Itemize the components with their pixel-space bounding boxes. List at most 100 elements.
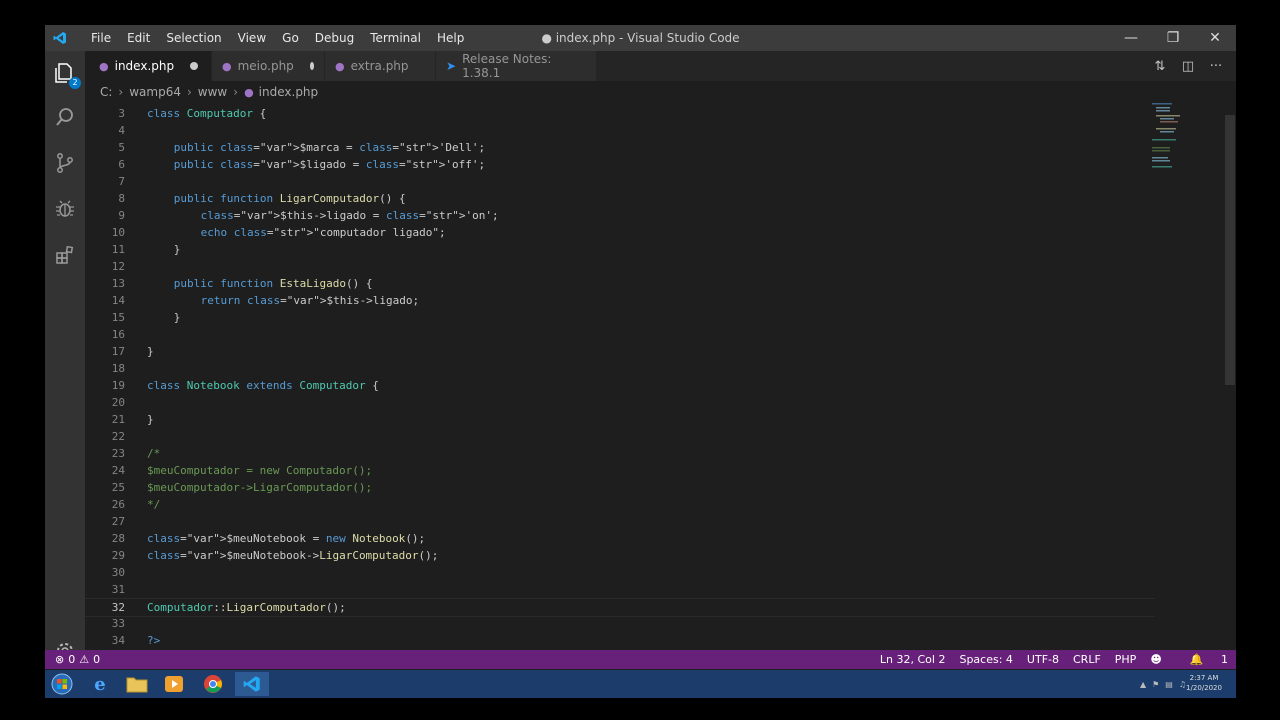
php-file-icon: ● bbox=[335, 59, 345, 73]
restore-button[interactable]: ❐ bbox=[1152, 25, 1194, 51]
code-line[interactable]: 22 bbox=[85, 428, 1155, 445]
cursor-position[interactable]: Ln 32, Col 2 bbox=[880, 650, 946, 669]
code-line[interactable]: 19 class Notebook extends Computador { bbox=[85, 377, 1155, 394]
error-icon: ⊗ bbox=[55, 653, 65, 666]
code-line[interactable]: 11} bbox=[85, 241, 1155, 258]
indentation[interactable]: Spaces: 4 bbox=[959, 650, 1012, 669]
taskbar-vscode[interactable] bbox=[235, 672, 269, 696]
tray-network-icon[interactable]: ▤ bbox=[1165, 680, 1173, 689]
breadcrumb: C: › wamp64 › www › ● index.php bbox=[100, 82, 318, 102]
tray-flag-icon[interactable]: ⚑ bbox=[1152, 680, 1159, 689]
minimize-button[interactable]: — bbox=[1110, 25, 1152, 51]
language-mode[interactable]: PHP bbox=[1115, 650, 1137, 669]
source-control-button[interactable] bbox=[45, 143, 85, 183]
line-number: 16 bbox=[111, 328, 125, 341]
code-line[interactable]: 18 bbox=[85, 360, 1155, 377]
line-code: /* bbox=[147, 447, 161, 460]
line-code: class Notebook extends Computador { bbox=[147, 379, 379, 392]
code-line[interactable]: 30 bbox=[85, 564, 1155, 581]
code-line[interactable]: 23 /* bbox=[85, 445, 1155, 462]
explorer-button[interactable]: 2 bbox=[45, 53, 85, 93]
tab-meio-php[interactable]: ● meio.php bbox=[212, 51, 325, 81]
minimap[interactable] bbox=[1150, 103, 1220, 648]
line-number: 10 bbox=[111, 226, 125, 239]
code-line[interactable]: 26 */ bbox=[85, 496, 1155, 513]
vertical-scrollbar[interactable] bbox=[1225, 115, 1235, 385]
code-line[interactable]: 24 $meuComputador = new Computador(); bbox=[85, 462, 1155, 479]
breadcrumb-folder[interactable]: wamp64 bbox=[129, 85, 181, 99]
code-line[interactable]: 10 echo class="str">"computador ligado"; bbox=[85, 224, 1155, 241]
code-line[interactable]: 28 class="var">$meuNotebook = new Noteboo… bbox=[85, 530, 1155, 547]
taskbar-internet-explorer[interactable]: e bbox=[83, 672, 117, 696]
breadcrumb-drive[interactable]: C: bbox=[100, 85, 112, 99]
chevron-right-icon: › bbox=[118, 85, 124, 99]
folder-icon bbox=[126, 677, 148, 693]
code-line[interactable]: 3 class Computador { bbox=[85, 105, 1155, 122]
line-number: 27 bbox=[111, 515, 125, 528]
line-code: class Computador { bbox=[147, 107, 267, 120]
unsaved-dot-icon[interactable] bbox=[190, 62, 199, 70]
line-number: 11 bbox=[111, 243, 125, 256]
code-line[interactable]: 27 bbox=[85, 513, 1155, 530]
taskbar-media-player[interactable] bbox=[157, 672, 191, 696]
code-line[interactable]: 6 public class="var">$ligado = class="str… bbox=[85, 156, 1155, 173]
code-line[interactable]: 9 class="var">$this->ligado = class="str"… bbox=[85, 207, 1155, 224]
code-line[interactable]: 7 bbox=[85, 173, 1155, 190]
line-code: public class="var">$marca = class="str">… bbox=[173, 141, 486, 154]
breadcrumb-folder[interactable]: www bbox=[198, 85, 227, 99]
code-line[interactable]: 33 bbox=[85, 615, 1155, 632]
code-line[interactable]: 4 bbox=[85, 122, 1155, 139]
tab-release-notes[interactable]: ➤ Release Notes: 1.38.1 bbox=[436, 51, 597, 81]
code-line[interactable]: 8 public function LigarComputador() { bbox=[85, 190, 1155, 207]
code-line[interactable]: 29 class="var">$meuNotebook->LigarComputa… bbox=[85, 547, 1155, 564]
code-line[interactable]: 21} bbox=[85, 411, 1155, 428]
code-line[interactable]: 20 bbox=[85, 394, 1155, 411]
more-actions-icon[interactable]: ··· bbox=[1202, 59, 1230, 74]
unsaved-dot-icon[interactable] bbox=[309, 62, 314, 70]
php-file-icon: ● bbox=[99, 59, 109, 73]
search-icon bbox=[56, 108, 73, 126]
end-of-line[interactable]: CRLF bbox=[1073, 650, 1101, 669]
code-line[interactable]: 5 public class="var">$marca = class="str"… bbox=[85, 139, 1155, 156]
window-title: ● index.php - Visual Studio Code bbox=[541, 31, 740, 45]
line-number: 6 bbox=[118, 158, 125, 171]
code-line[interactable]: 12 bbox=[85, 258, 1155, 275]
code-line[interactable]: 16 bbox=[85, 326, 1155, 343]
compare-icon[interactable]: ⇅ bbox=[1146, 59, 1174, 74]
taskbar-file-explorer[interactable] bbox=[120, 672, 154, 696]
debug-button[interactable] bbox=[45, 189, 85, 229]
tab-label: Release Notes: 1.38.1 bbox=[462, 52, 552, 80]
code-editor[interactable]: 3 class Computador {4 5 public class="var">… bbox=[85, 105, 1185, 650]
line-number: 30 bbox=[111, 566, 125, 579]
line-number: 21 bbox=[111, 413, 125, 426]
status-bar: ⊗ 0 ⚠ 0 Ln 32, Col 2 Spaces: 4 UTF-8 CRL… bbox=[45, 650, 1236, 669]
code-line[interactable]: 31 bbox=[85, 581, 1155, 598]
breadcrumb-file[interactable]: index.php bbox=[259, 85, 318, 99]
internet-explorer-icon: e bbox=[94, 673, 106, 695]
line-number: 28 bbox=[111, 532, 125, 545]
start-button[interactable] bbox=[45, 672, 79, 696]
code-line[interactable]: 25 $meuComputador->LigarComputador(); bbox=[85, 479, 1155, 496]
code-line[interactable]: 14 return class="var">$this->ligado; bbox=[85, 292, 1155, 309]
tab-index-php[interactable]: ● index.php bbox=[85, 51, 212, 81]
notifications-button[interactable]: 🔔 1 bbox=[1176, 650, 1228, 669]
code-line[interactable]: 15} bbox=[85, 309, 1155, 326]
code-line[interactable]: 34 ?> bbox=[85, 632, 1155, 649]
tab-extra-php[interactable]: ● extra.php bbox=[325, 51, 436, 81]
tray-expand-icon[interactable]: ▲ bbox=[1140, 680, 1146, 689]
search-button[interactable] bbox=[45, 97, 85, 137]
taskbar-clock[interactable]: 2:37 AM 1/20/2020 bbox=[1184, 673, 1224, 693]
encoding[interactable]: UTF-8 bbox=[1027, 650, 1059, 669]
line-code: echo class="str">"computador ligado"; bbox=[200, 226, 446, 239]
extensions-button[interactable] bbox=[45, 235, 85, 275]
problems-indicator[interactable]: ⊗ 0 ⚠ 0 bbox=[55, 650, 100, 669]
code-line[interactable]: 17} bbox=[85, 343, 1155, 360]
split-editor-icon[interactable]: ◫ bbox=[1174, 59, 1202, 74]
code-line[interactable]: 13 public function EstaLigado() { bbox=[85, 275, 1155, 292]
feedback-smiley-icon[interactable]: ☻ bbox=[1150, 650, 1161, 669]
taskbar-chrome[interactable] bbox=[196, 672, 230, 696]
system-tray: ▲ ⚑ ▤ ♫ bbox=[1140, 670, 1186, 698]
debug-icon bbox=[56, 200, 74, 217]
close-button[interactable]: ✕ bbox=[1194, 25, 1236, 51]
windows-logo-icon bbox=[51, 673, 73, 695]
